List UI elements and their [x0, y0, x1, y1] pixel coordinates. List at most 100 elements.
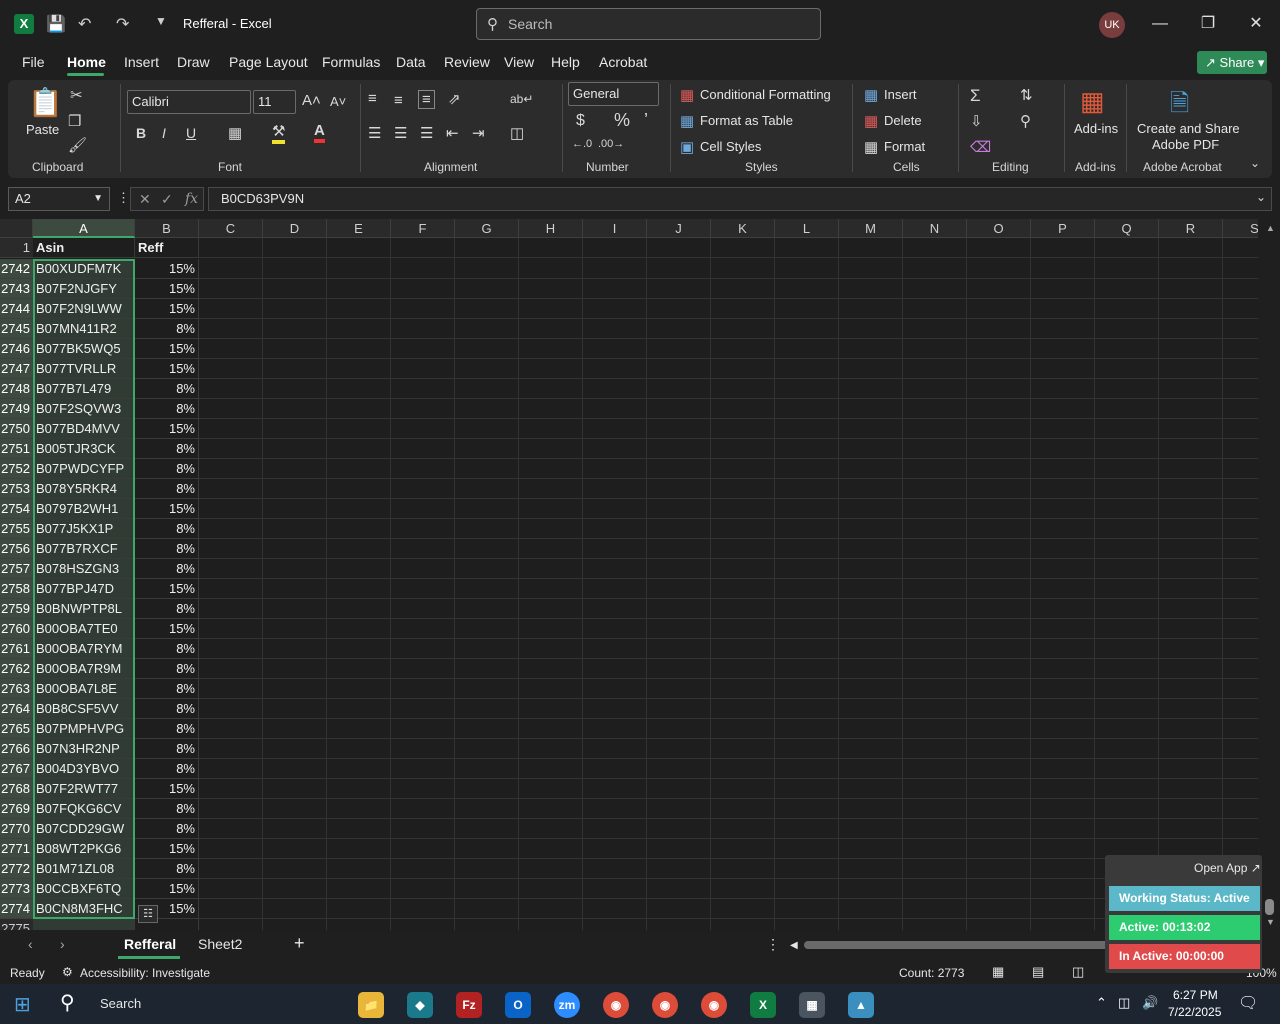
wrap-text-icon[interactable]: ab↵ — [510, 92, 533, 106]
vertical-scrollbar[interactable]: ▲ ▼ — [1260, 219, 1280, 930]
cell-b[interactable]: 15% — [135, 839, 199, 859]
cell-b[interactable]: 8% — [135, 439, 199, 459]
cell-a[interactable]: B07N3HR2NP — [33, 739, 135, 759]
row-header[interactable]: 2744 — [0, 299, 33, 319]
page-layout-view-icon[interactable]: ▤ — [1032, 964, 1044, 980]
row-header[interactable]: 2746 — [0, 339, 33, 359]
cell-b[interactable]: 8% — [135, 539, 199, 559]
avatar[interactable]: UK — [1099, 12, 1125, 38]
align-middle-icon[interactable]: ≡ — [394, 92, 403, 109]
sheet-nav-prev-icon[interactable]: ‹ — [28, 936, 33, 952]
create-share-pdf-line1[interactable]: Create and Share — [1137, 121, 1240, 136]
cell-a[interactable]: B077J5KX1P — [33, 519, 135, 539]
paste-button[interactable]: Paste — [26, 122, 59, 137]
clock-date[interactable]: 7/22/2025 — [1168, 1005, 1221, 1019]
column-header-n[interactable]: N — [903, 219, 967, 238]
cell-b[interactable]: 8% — [135, 819, 199, 839]
row-header[interactable]: 2743 — [0, 279, 33, 299]
menu-data[interactable]: Data — [396, 54, 426, 70]
cell-b[interactable]: 8% — [135, 379, 199, 399]
menu-help[interactable]: Help — [551, 54, 580, 70]
decrease-font-icon[interactable]: A˅ — [330, 94, 346, 109]
tab-refferal[interactable]: Refferal — [124, 936, 176, 952]
search-input[interactable]: ⚲ Search — [476, 8, 821, 40]
sort-filter-icon[interactable]: ⇅ — [1020, 86, 1033, 104]
cell-b[interactable]: 8% — [135, 599, 199, 619]
row-header[interactable]: 2764 — [0, 699, 33, 719]
conditional-formatting-icon[interactable]: ▦ — [680, 86, 694, 104]
cell-b[interactable]: 15% — [135, 339, 199, 359]
taskbar-search-label[interactable]: Search — [100, 996, 141, 1011]
formula-input[interactable]: B0CD63PV9N — [208, 187, 1272, 211]
percent-icon[interactable]: % — [614, 110, 630, 131]
cell-b[interactable]: 8% — [135, 639, 199, 659]
align-right-icon[interactable]: ☰ — [420, 124, 433, 142]
row-header[interactable]: 2765 — [0, 719, 33, 739]
font-size-select[interactable]: 11 — [253, 90, 296, 114]
format-cells-button[interactable]: Format — [884, 139, 925, 154]
cell-b[interactable]: 8% — [135, 719, 199, 739]
cell-a[interactable]: B005TJR3CK — [33, 439, 135, 459]
excel-taskbar-icon[interactable]: X — [750, 992, 776, 1018]
menu-acrobat[interactable]: Acrobat — [599, 54, 647, 70]
column-header-b[interactable]: B — [135, 219, 199, 238]
row-header[interactable]: 2762 — [0, 659, 33, 679]
cell-b[interactable]: 8% — [135, 399, 199, 419]
zoom-icon[interactable]: zm — [554, 992, 580, 1018]
align-top-icon[interactable]: ≡ — [368, 90, 377, 107]
conditional-formatting-button[interactable]: Conditional Formatting — [700, 87, 831, 102]
cell-b[interactable]: 15% — [135, 499, 199, 519]
cell-b[interactable]: 15% — [135, 579, 199, 599]
column-header-o[interactable]: O — [967, 219, 1031, 238]
row-header[interactable]: 2771 — [0, 839, 33, 859]
row-header[interactable]: 2756 — [0, 539, 33, 559]
enter-icon[interactable]: ✓ — [161, 188, 173, 210]
align-bottom-icon[interactable]: ≡ — [418, 90, 435, 109]
row-header[interactable]: 2760 — [0, 619, 33, 639]
cell-b[interactable]: 8% — [135, 759, 199, 779]
menu-home[interactable]: Home — [67, 54, 106, 70]
cell-b[interactable]: 8% — [135, 659, 199, 679]
windows-start-icon[interactable]: ⊞ — [14, 992, 31, 1017]
cell-a[interactable]: B07MN411R2 — [33, 319, 135, 339]
accessibility-icon[interactable]: ⚙ — [62, 965, 73, 979]
clear-icon[interactable]: ⌫ — [970, 138, 991, 156]
row-header[interactable]: 2755 — [0, 519, 33, 539]
minimize-icon[interactable]: — — [1140, 10, 1180, 38]
scroll-up-icon[interactable]: ▲ — [1266, 223, 1275, 233]
menu-formulas[interactable]: Formulas — [322, 54, 380, 70]
cell-b[interactable]: 15% — [135, 279, 199, 299]
scroll-down-icon[interactable]: ▼ — [1266, 917, 1275, 927]
cell-b[interactable]: 15% — [135, 779, 199, 799]
bold-icon[interactable]: B — [136, 125, 146, 141]
add-ins-icon[interactable]: ▦ — [1080, 86, 1105, 117]
row-header[interactable]: 2769 — [0, 799, 33, 819]
increase-decimal-icon[interactable]: ←.0 — [572, 138, 592, 150]
align-center-icon[interactable]: ☰ — [394, 124, 407, 142]
share-button[interactable]: ↗ Share ▾ — [1197, 51, 1267, 74]
column-header-a[interactable]: A — [33, 219, 135, 238]
cell-a[interactable]: B07F2NJGFY — [33, 279, 135, 299]
fill-color-icon[interactable]: ⚒ — [272, 122, 286, 144]
delete-cells-button[interactable]: Delete — [884, 113, 922, 128]
accessibility-status[interactable]: Accessibility: Investigate — [80, 966, 210, 980]
italic-icon[interactable]: I — [162, 125, 166, 141]
row-header[interactable]: 2742 — [0, 259, 33, 279]
cell-b[interactable]: 8% — [135, 479, 199, 499]
column-header-e[interactable]: E — [327, 219, 391, 238]
scroll-thumb[interactable] — [1265, 899, 1274, 915]
menu-view[interactable]: View — [504, 54, 534, 70]
notifications-icon[interactable]: 🗨 — [1238, 993, 1258, 1013]
chrome-icon[interactable]: ◉ — [652, 992, 678, 1018]
column-header-k[interactable]: K — [711, 219, 775, 238]
borders-icon[interactable]: ▦ — [228, 124, 242, 142]
column-header-r[interactable]: R — [1159, 219, 1223, 238]
column-header-m[interactable]: M — [839, 219, 903, 238]
cell-b[interactable]: 8% — [135, 679, 199, 699]
hscroll-left-icon[interactable]: ◀ — [790, 940, 798, 951]
cell-a[interactable]: B077B7L479 — [33, 379, 135, 399]
row-header[interactable]: 2757 — [0, 559, 33, 579]
cell-b[interactable]: 8% — [135, 699, 199, 719]
decrease-indent-icon[interactable]: ⇤ — [446, 124, 459, 142]
format-cells-icon[interactable]: ▦ — [864, 138, 878, 156]
